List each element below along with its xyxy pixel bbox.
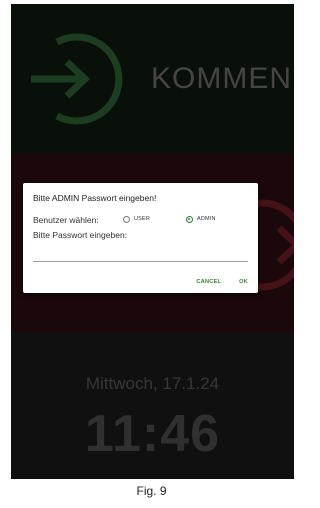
- user-select-label: Benutzer wählen:: [33, 215, 99, 225]
- dialog-title: Bitte ADMIN Passwort eingeben!: [33, 193, 157, 203]
- radio-user[interactable]: USER: [123, 213, 150, 225]
- radio-user-label: USER: [134, 216, 151, 222]
- radio-checked-icon[interactable]: [186, 215, 193, 223]
- password-input[interactable]: [33, 247, 248, 262]
- password-label: Bitte Passwort eingeben:: [33, 230, 128, 240]
- dialog-actions: CANCEL OK: [178, 279, 248, 285]
- admin-password-dialog: Bitte ADMIN Passwort eingeben! Benutzer …: [23, 183, 258, 293]
- cancel-button[interactable]: CANCEL: [196, 279, 221, 285]
- figure-caption: Fig. 9: [136, 484, 167, 498]
- ok-button[interactable]: OK: [239, 279, 248, 285]
- radio-admin-label: ADMIN: [197, 216, 216, 222]
- radio-admin[interactable]: ADMIN: [186, 213, 216, 225]
- radio-unchecked-icon[interactable]: [123, 215, 130, 223]
